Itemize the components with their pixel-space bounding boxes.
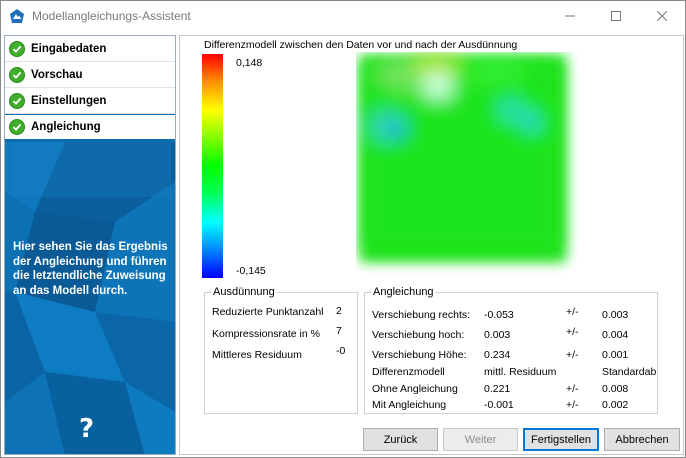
color-scale-bar (202, 54, 223, 278)
scale-max-label: 0,148 (236, 57, 263, 69)
shift-height-error: 0.001 (602, 349, 629, 361)
title-bar: Modellangleichungs-Assistent (1, 1, 685, 31)
shift-right-error: 0.003 (602, 309, 629, 321)
shift-up-pm: +/- (566, 326, 579, 338)
checkmark-icon (9, 92, 25, 109)
shift-height-value: 0.234 (484, 349, 511, 361)
compression-rate-value: 7 (336, 325, 342, 337)
minimize-icon (565, 15, 575, 17)
step-eingabedaten[interactable]: Eingabedaten (5, 36, 175, 62)
diff-table-header-stddev: Standardab (602, 366, 656, 378)
reduced-points-label: Reduzierte Punktanzahl (212, 306, 324, 318)
window-title: Modellangleichungs-Assistent (32, 9, 191, 23)
maximize-icon (611, 11, 621, 21)
step-label: Angleichung (31, 121, 101, 133)
back-button[interactable]: Zurück (363, 428, 438, 451)
finish-button[interactable]: Fertigstellen (523, 428, 599, 451)
diff-table-header-label: Differenzmodell (372, 366, 445, 378)
close-button[interactable] (639, 1, 685, 31)
checkmark-icon (9, 40, 25, 57)
close-icon (657, 11, 667, 21)
without-adjustment-error: 0.008 (602, 383, 629, 395)
with-adjustment-label: Mit Angleichung (372, 399, 447, 411)
wizard-nav: Eingabedaten Vorschau Einstellungen Angl… (4, 35, 176, 455)
background-landscape-image (5, 142, 175, 454)
help-icon[interactable]: ? (79, 414, 94, 444)
step-vorschau[interactable]: Vorschau (5, 62, 175, 88)
step-angleichung[interactable]: Angleichung (5, 114, 175, 140)
help-glyph: ? (79, 414, 95, 444)
with-adjustment-pm: +/- (566, 399, 579, 411)
shift-right-label: Verschiebung rechts: (372, 309, 471, 321)
step-label: Einstellungen (31, 94, 107, 107)
step-description: Hier sehen Sie das Ergebnis der Angleich… (13, 240, 175, 298)
step-einstellungen[interactable]: Einstellungen (5, 88, 175, 114)
shift-up-value: 0.003 (484, 329, 511, 341)
without-adjustment-value: 0.221 (484, 383, 511, 395)
wizard-window: Modellangleichungs-Assistent Eingabedate… (0, 0, 686, 458)
mean-residual-label: Mittleres Residuum (212, 349, 302, 361)
maximize-button[interactable] (593, 1, 639, 31)
checkmark-icon (9, 66, 25, 83)
terrain-logo-icon (10, 9, 24, 23)
shift-right-pm: +/- (566, 306, 579, 318)
checkmark-icon (9, 119, 25, 135)
mean-residual-value: -0 (336, 345, 346, 357)
ausduennung-title: Ausdünnung (213, 286, 275, 298)
scale-min-label: -0,145 (236, 265, 266, 277)
without-adjustment-label: Ohne Angleichung (372, 383, 458, 395)
diff-model-title: Differenzmodell zwischen den Daten vor u… (204, 39, 518, 51)
with-adjustment-value: -0.001 (484, 399, 514, 411)
shift-right-value: -0.053 (484, 309, 514, 321)
minimize-button[interactable] (547, 1, 593, 31)
next-button[interactable]: Weiter (443, 428, 518, 451)
step-label: Eingabedaten (31, 42, 107, 55)
shift-height-label: Verschiebung Höhe: (372, 349, 467, 361)
shift-height-pm: +/- (566, 349, 579, 361)
step-label: Vorschau (31, 68, 83, 81)
result-panel: Differenzmodell zwischen den Daten vor u… (179, 35, 684, 455)
angleichung-title: Angleichung (373, 286, 434, 298)
reduced-points-value: 2 (336, 305, 342, 317)
shift-up-label: Verschiebung hoch: (372, 329, 465, 341)
description-text: Hier sehen Sie das Ergebnis der Angleich… (13, 241, 168, 297)
compression-rate-label: Kompressionsrate in % (212, 328, 320, 340)
without-adjustment-pm: +/- (566, 383, 579, 395)
cancel-button[interactable]: Abbrechen (604, 428, 680, 451)
diff-table-header-residual: mittl. Residuum (484, 366, 557, 378)
difference-model-image (360, 54, 566, 262)
shift-up-error: 0.004 (602, 329, 629, 341)
step-list: Eingabedaten Vorschau Einstellungen Angl… (5, 36, 175, 140)
with-adjustment-error: 0.002 (602, 399, 629, 411)
